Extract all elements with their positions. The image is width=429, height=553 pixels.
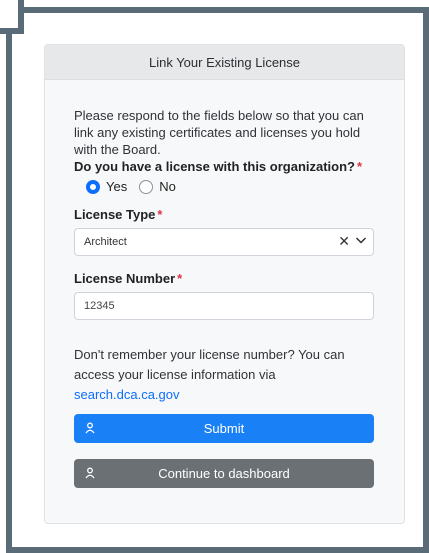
continue-dashboard-button[interactable]: Continue to dashboard [74, 459, 374, 488]
intro-text: Please respond to the fields below so th… [74, 108, 364, 157]
radio-no[interactable] [139, 179, 154, 194]
license-number-input[interactable]: 12345 [74, 292, 374, 320]
license-number-value: 12345 [84, 300, 115, 312]
chevron-down-icon[interactable] [355, 236, 367, 245]
continue-dashboard-label: Continue to dashboard [158, 466, 290, 481]
question-label: Do you have a license with this organiza… [74, 159, 355, 174]
license-type-select[interactable]: Architect ✕ [74, 228, 374, 256]
card-title: Link Your Existing License [148, 54, 301, 70]
help-text: Don't remember your license number? You … [74, 347, 345, 402]
card-header: Link Your Existing License [45, 45, 404, 80]
license-radio-group: Yes No [74, 179, 374, 194]
license-question: Do you have a license with this organiza… [74, 159, 374, 174]
radio-no-label[interactable]: No [159, 179, 176, 194]
radio-yes[interactable] [86, 179, 100, 194]
link-license-card: Link Your Existing License Please respon… [44, 44, 405, 524]
submit-label: Submit [203, 421, 245, 436]
dca-link[interactable]: search.dca.ca.gov [74, 387, 180, 402]
frame-corner [0, 0, 24, 34]
license-number-label: License Number * [74, 271, 183, 286]
license-type-value: Architect [84, 236, 127, 248]
license-type-label: License Type * [74, 207, 163, 222]
user-icon [85, 467, 95, 479]
submit-button[interactable]: Submit [74, 414, 374, 443]
radio-yes-label[interactable]: Yes [106, 179, 127, 194]
required-mark: * [357, 159, 363, 174]
close-icon[interactable]: ✕ [338, 233, 350, 250]
card-body: Please respond to the fields below so th… [74, 107, 374, 488]
user-icon [85, 422, 95, 434]
